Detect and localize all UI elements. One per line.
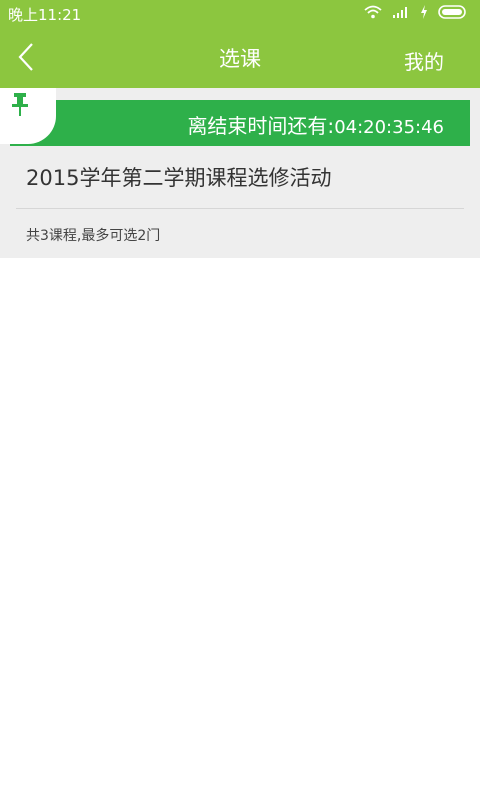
pin-tab [0, 88, 56, 144]
wifi-icon [364, 5, 382, 19]
activity-card[interactable]: 离结束时间还有:04:20:35:46 2015学年第二学期课程选修活动 共3课… [0, 88, 480, 258]
countdown-label: 离结束时间还有: [187, 114, 335, 138]
status-time: 晚上11:21 [8, 6, 82, 24]
my-button[interactable]: 我的 [404, 46, 444, 75]
signal-icon [393, 7, 407, 18]
battery-icon [438, 5, 466, 19]
status-bar: 晚上11:21 [0, 0, 480, 26]
activity-summary: 共3课程,最多可选2门 [26, 228, 161, 244]
countdown-banner: 离结束时间还有:04:20:35:46 [0, 88, 470, 146]
countdown-text: 离结束时间还有:04:20:35:46 [187, 110, 444, 139]
activity-title[interactable]: 2015学年第二学期课程选修活动 [26, 162, 331, 192]
charging-icon [421, 5, 427, 19]
status-icons [364, 5, 468, 19]
countdown-value: 04:20:35:46 [334, 117, 444, 138]
pin-icon [12, 93, 28, 116]
app-bar: 选课 我的 [0, 26, 480, 88]
divider [16, 208, 464, 209]
